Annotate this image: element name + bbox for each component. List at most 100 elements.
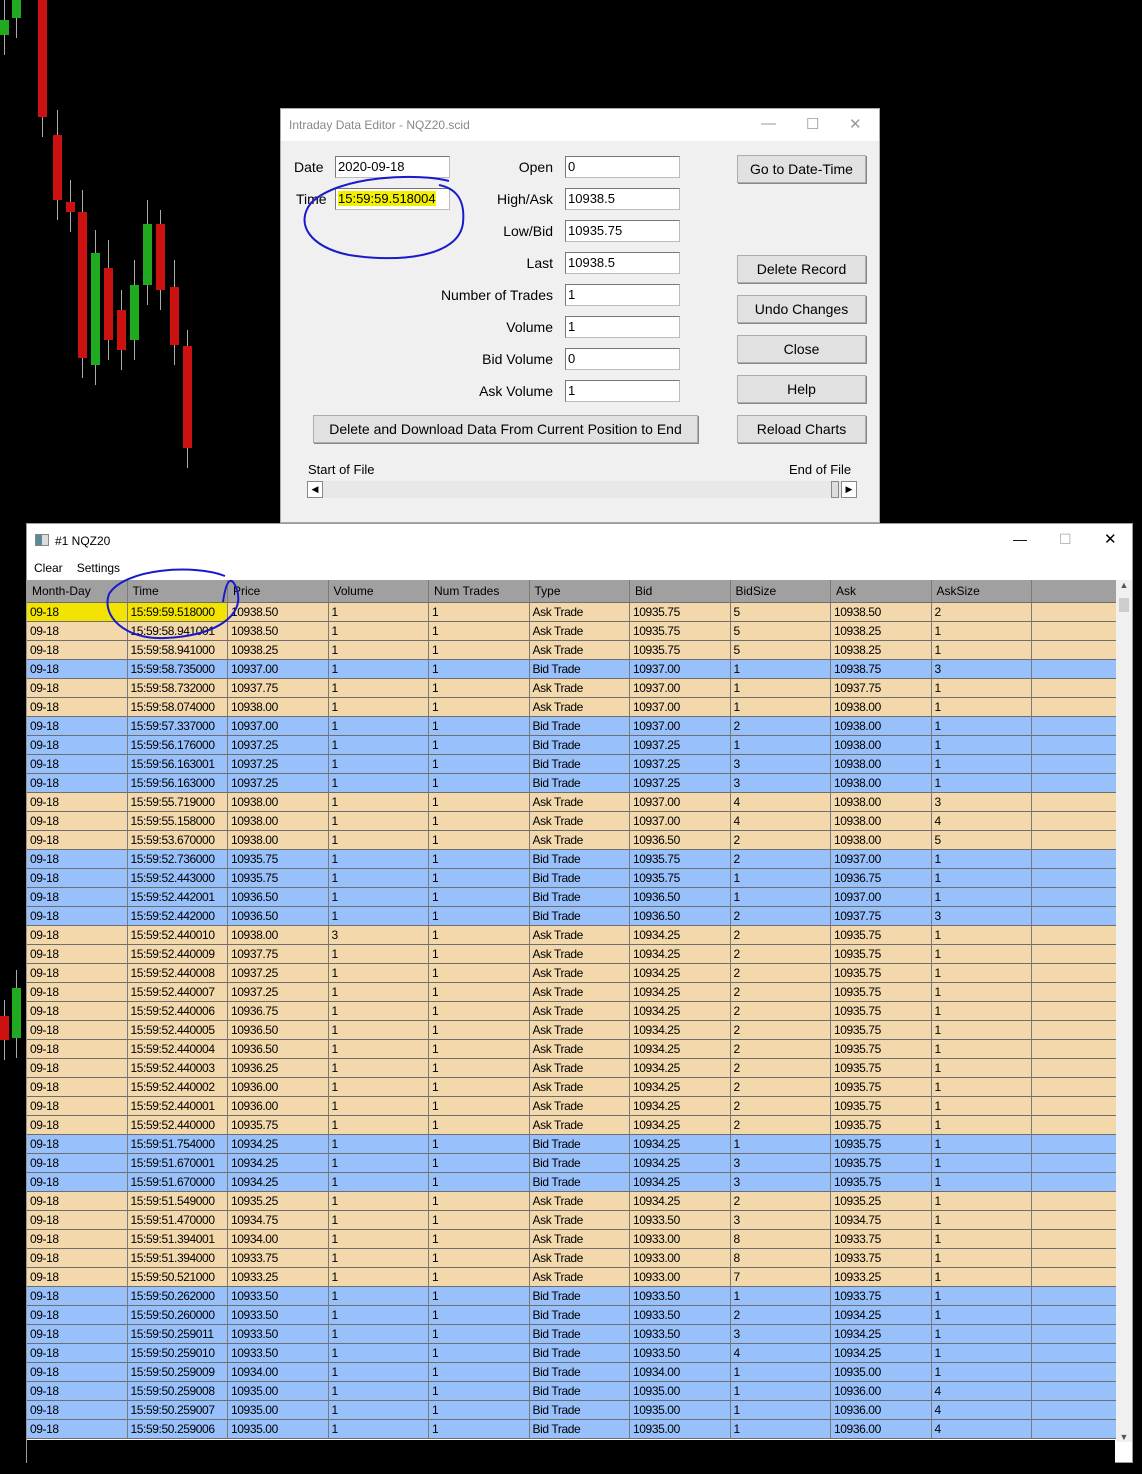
table-row[interactable]: 09-18 15:59:50.259007 10935.00 1 1 Bid Trade 1…: [27, 1401, 1118, 1420]
table-cell: 10935.25: [228, 1192, 329, 1211]
go-to-date-time-button[interactable]: Go to Date-Time: [737, 155, 866, 183]
table-row[interactable]: 09-18 15:59:52.443000 10935.75 1 1 Bid Trade 1…: [27, 869, 1118, 888]
delete-and-download-button[interactable]: Delete and Download Data From Current Po…: [313, 415, 698, 443]
column-header[interactable]: Type: [529, 580, 630, 603]
scroll-thumb[interactable]: [1119, 598, 1129, 612]
table-row[interactable]: 09-18 15:59:55.158000 10938.00 1 1 Ask Trade 1…: [27, 812, 1118, 831]
table-cell: 15:59:55.719000: [127, 793, 228, 812]
column-header[interactable]: Num Trades: [429, 580, 530, 603]
table-cell: 1: [328, 1021, 429, 1040]
field-input[interactable]: 0: [565, 348, 680, 370]
table-row[interactable]: 09-18 15:59:50.259006 10935.00 1 1 Bid Trade 1…: [27, 1420, 1118, 1439]
table-row[interactable]: 09-18 15:59:51.670001 10934.25 1 1 Bid Trade 1…: [27, 1154, 1118, 1173]
table-row[interactable]: 09-18 15:59:52.440001 10936.00 1 1 Ask Trade 1…: [27, 1097, 1118, 1116]
reload-charts-button[interactable]: Reload Charts: [737, 415, 866, 443]
scroll-thumb[interactable]: [831, 481, 839, 498]
table-row[interactable]: 09-18 15:59:56.163000 10937.25 1 1 Bid Trade 1…: [27, 774, 1118, 793]
table-cell: 10937.00: [630, 698, 731, 717]
menu-clear[interactable]: Clear: [34, 561, 63, 575]
table-row[interactable]: 09-18 15:59:56.163001 10937.25 1 1 Bid Trade 1…: [27, 755, 1118, 774]
column-header[interactable]: BidSize: [730, 580, 831, 603]
table-cell: 1: [931, 1021, 1032, 1040]
help-button[interactable]: Help: [737, 375, 866, 403]
field-input[interactable]: 0: [565, 156, 680, 178]
minimize-icon[interactable]: —: [1013, 531, 1027, 547]
table-cell: 10934.25: [228, 1173, 329, 1192]
table-row[interactable]: 09-18 15:59:50.260000 10933.50 1 1 Bid Trade 1…: [27, 1306, 1118, 1325]
table-row[interactable]: 09-18 15:59:51.549000 10935.25 1 1 Ask Trade 1…: [27, 1192, 1118, 1211]
undo-changes-button[interactable]: Undo Changes: [737, 295, 866, 323]
table-row[interactable]: 09-18 15:59:51.670000 10934.25 1 1 Bid Trade 1…: [27, 1173, 1118, 1192]
table-cell-empty: [1032, 1287, 1118, 1306]
table-cell-empty: [1032, 1211, 1118, 1230]
table-cell: 1: [931, 1135, 1032, 1154]
field-input[interactable]: 10938.5: [565, 188, 680, 210]
table-row[interactable]: 09-18 15:59:58.074000 10938.00 1 1 Ask Trade 1…: [27, 698, 1118, 717]
file-position-scrollbar[interactable]: ◀ ▶: [307, 481, 857, 498]
delete-record-button[interactable]: Delete Record: [737, 255, 866, 283]
table-row[interactable]: 09-18 15:59:56.176000 10937.25 1 1 Bid Trade 1…: [27, 736, 1118, 755]
column-header[interactable]: Volume: [328, 580, 429, 603]
table-row[interactable]: 09-18 15:59:50.259010 10933.50 1 1 Bid Trade 1…: [27, 1344, 1118, 1363]
table-row[interactable]: 09-18 15:59:52.440004 10936.50 1 1 Ask Trade 1…: [27, 1040, 1118, 1059]
field-input[interactable]: 1: [565, 316, 680, 338]
table-row[interactable]: 09-18 15:59:52.442001 10936.50 1 1 Bid Trade 1…: [27, 888, 1118, 907]
table-row[interactable]: 09-18 15:59:52.440008 10937.25 1 1 Ask Trade 1…: [27, 964, 1118, 983]
table-row[interactable]: 09-18 15:59:53.670000 10938.00 1 1 Ask Trade 1…: [27, 831, 1118, 850]
table-cell: 10935.75: [831, 926, 932, 945]
table-row[interactable]: 09-18 15:59:51.470000 10934.75 1 1 Ask Trade 1…: [27, 1211, 1118, 1230]
column-header[interactable]: Bid: [630, 580, 731, 603]
table-cell: 09-18: [27, 1021, 128, 1040]
scroll-right-icon[interactable]: ▶: [841, 481, 857, 498]
table-row[interactable]: 09-18 15:59:55.719000 10938.00 1 1 Ask Trade 1…: [27, 793, 1118, 812]
minimize-icon[interactable]: —: [761, 115, 776, 132]
table-cell: 10935.75: [630, 641, 731, 660]
field-input[interactable]: 1: [565, 380, 680, 402]
column-header[interactable]: AskSize: [931, 580, 1032, 603]
close-button[interactable]: Close: [737, 335, 866, 363]
table-cell-empty: [1032, 907, 1118, 926]
table-row[interactable]: 09-18 15:59:50.259009 10934.00 1 1 Bid Trade 1…: [27, 1363, 1118, 1382]
table-row[interactable]: 09-18 15:59:52.440002 10936.00 1 1 Ask Trade 1…: [27, 1078, 1118, 1097]
close-icon[interactable]: ✕: [849, 115, 862, 133]
table-row[interactable]: 09-18 15:59:52.736000 10935.75 1 1 Bid Trade 1…: [27, 850, 1118, 869]
maximize-icon[interactable]: ☐: [1059, 531, 1072, 548]
table-cell: 1: [328, 1249, 429, 1268]
scroll-left-icon[interactable]: ◀: [307, 481, 323, 498]
table-cell-empty: [1032, 983, 1118, 1002]
field-input[interactable]: 1: [565, 284, 680, 306]
table-row[interactable]: 09-18 15:59:52.440007 10937.25 1 1 Ask Trade 1…: [27, 983, 1118, 1002]
table-row[interactable]: 09-18 15:59:52.440003 10936.25 1 1 Ask Trade 1…: [27, 1059, 1118, 1078]
table-row[interactable]: 09-18 15:59:51.394001 10934.00 1 1 Ask Trade 1…: [27, 1230, 1118, 1249]
column-header[interactable]: Ask: [831, 580, 932, 603]
table-row[interactable]: 09-18 15:59:51.394000 10933.75 1 1 Ask Trade 1…: [27, 1249, 1118, 1268]
table-row[interactable]: 09-18 15:59:51.754000 10934.25 1 1 Bid Trade 1…: [27, 1135, 1118, 1154]
table-cell: Bid Trade: [529, 1325, 630, 1344]
scroll-down-icon[interactable]: ▼: [1116, 1432, 1132, 1442]
table-row[interactable]: 09-18 15:59:57.337000 10937.00 1 1 Bid Trade 1…: [27, 717, 1118, 736]
table-row[interactable]: 09-18 15:59:52.442000 10936.50 1 1 Bid Trade 1…: [27, 907, 1118, 926]
table-cell: 10936.50: [228, 907, 329, 926]
table-row[interactable]: 09-18 15:59:50.521000 10933.25 1 1 Ask Trade 1…: [27, 1268, 1118, 1287]
table-row[interactable]: 09-18 15:59:52.440010 10938.00 3 1 Ask Trade 1…: [27, 926, 1118, 945]
table-row[interactable]: 09-18 15:59:52.440009 10937.75 1 1 Ask Trade 1…: [27, 945, 1118, 964]
vertical-scrollbar[interactable]: ▲ ▼: [1116, 580, 1132, 1442]
scroll-up-icon[interactable]: ▲: [1116, 580, 1132, 590]
field-input[interactable]: 10938.5: [565, 252, 680, 274]
table-cell: 1: [328, 1002, 429, 1021]
table-row[interactable]: 09-18 15:59:50.259008 10935.00 1 1 Bid Trade 1…: [27, 1382, 1118, 1401]
table-row[interactable]: 09-18 15:59:52.440000 10935.75 1 1 Ask Trade 1…: [27, 1116, 1118, 1135]
table-cell: 15:59:52.440006: [127, 1002, 228, 1021]
maximize-icon[interactable]: ☐: [806, 115, 819, 133]
table-row[interactable]: 09-18 15:59:58.735000 10937.00 1 1 Bid Trade 1…: [27, 660, 1118, 679]
table-row[interactable]: 09-18 15:59:52.440006 10936.75 1 1 Ask Trade 1…: [27, 1002, 1118, 1021]
table-cell-empty: [1032, 1002, 1118, 1021]
table-row[interactable]: 09-18 15:59:52.440005 10936.50 1 1 Ask Trade 1…: [27, 1021, 1118, 1040]
table-row[interactable]: 09-18 15:59:50.262000 10933.50 1 1 Bid Trade 1…: [27, 1287, 1118, 1306]
field-input[interactable]: 10935.75: [565, 220, 680, 242]
table-row[interactable]: 09-18 15:59:58.732000 10937.75 1 1 Ask Trade 1…: [27, 679, 1118, 698]
table-cell: 1: [328, 869, 429, 888]
table-row[interactable]: 09-18 15:59:50.259011 10933.50 1 1 Bid Trade 1…: [27, 1325, 1118, 1344]
close-icon[interactable]: ✕: [1104, 530, 1117, 548]
table-cell: 09-18: [27, 1211, 128, 1230]
